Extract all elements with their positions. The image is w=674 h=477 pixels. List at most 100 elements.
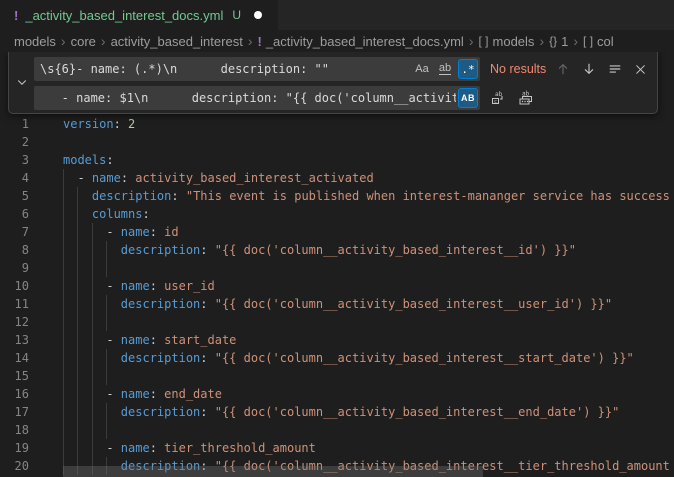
- code-line[interactable]: 17 description: "{{ doc('column__activit…: [0, 403, 674, 421]
- code-line[interactable]: 1 version: 2: [0, 115, 674, 133]
- code-line[interactable]: 15: [0, 367, 674, 385]
- code-line[interactable]: 6 columns:: [0, 205, 674, 223]
- breadcrumb-item[interactable]: activity_based_interest: [111, 34, 243, 49]
- line-number[interactable]: 13: [0, 331, 29, 349]
- line-content[interactable]: description: "{{ doc('column__activity_b…: [63, 295, 674, 313]
- line-number[interactable]: 10: [0, 277, 29, 295]
- next-match-button[interactable]: [582, 62, 596, 76]
- match-case-button[interactable]: Aa: [412, 59, 432, 79]
- line-content[interactable]: version: 2: [63, 115, 674, 133]
- preserve-case-button[interactable]: AB: [458, 88, 478, 108]
- code-line[interactable]: 9: [0, 259, 674, 277]
- line-number[interactable]: 11: [0, 295, 29, 313]
- replace-all-button[interactable]: ab: [518, 90, 534, 106]
- whole-word-button[interactable]: ab: [435, 59, 455, 79]
- line-number[interactable]: 9: [0, 259, 29, 277]
- line-number[interactable]: 1: [0, 115, 29, 133]
- indent-guide: [92, 349, 93, 367]
- toggle-replace-button[interactable]: [9, 57, 34, 107]
- token-key: description: [121, 405, 200, 419]
- code-line[interactable]: 18: [0, 421, 674, 439]
- code-line[interactable]: 7 - name: id: [0, 223, 674, 241]
- find-row: \s{6}- name: (.*)\n description: "" Aa a…: [34, 57, 649, 81]
- svg-text:ab: ab: [495, 91, 503, 98]
- find-input[interactable]: \s{6}- name: (.*)\n description: "" Aa a…: [34, 57, 480, 81]
- code-line[interactable]: 10 - name: user_id: [0, 277, 674, 295]
- editor-pane[interactable]: 1version: 223models:4 - name: activity_b…: [0, 52, 674, 477]
- line-number[interactable]: 7: [0, 223, 29, 241]
- line-number[interactable]: 5: [0, 187, 29, 205]
- indent-guide: [63, 313, 64, 331]
- find-in-selection-button[interactable]: [608, 62, 622, 76]
- line-number[interactable]: 15: [0, 367, 29, 385]
- replace-input[interactable]: - name: $1\n description: "{{ doc('colum…: [34, 86, 480, 110]
- line-number[interactable]: 19: [0, 439, 29, 457]
- line-content[interactable]: [63, 259, 674, 277]
- line-number[interactable]: 4: [0, 169, 29, 187]
- replace-button[interactable]: abc: [490, 90, 506, 106]
- line-content[interactable]: models:: [63, 151, 674, 169]
- code-line[interactable]: 3 models:: [0, 151, 674, 169]
- indent-guide: [92, 331, 93, 349]
- code-line[interactable]: 11 description: "{{ doc('column__activit…: [0, 295, 674, 313]
- line-content[interactable]: description: "{{ doc('column__activity_b…: [63, 241, 674, 259]
- modified-dot-icon[interactable]: [254, 11, 262, 19]
- indent-guide: [77, 205, 78, 223]
- close-find-button[interactable]: [634, 63, 647, 76]
- code-line[interactable]: 19 - name: tier_threshold_amount: [0, 439, 674, 457]
- line-content[interactable]: columns:: [63, 205, 674, 223]
- line-content[interactable]: - name: activity_based_interest_activate…: [63, 169, 674, 187]
- horizontal-scrollbar[interactable]: [63, 466, 483, 477]
- code-line[interactable]: 14 description: "{{ doc('column__activit…: [0, 349, 674, 367]
- indent-guide: [106, 403, 107, 421]
- line-number[interactable]: 2: [0, 133, 29, 151]
- line-number[interactable]: 8: [0, 241, 29, 259]
- code-area[interactable]: 1version: 223models:4 - name: activity_b…: [0, 115, 674, 475]
- regex-button[interactable]: .*: [458, 59, 478, 79]
- indent-guide: [106, 295, 107, 313]
- code-line[interactable]: 4 - name: activity_based_interest_activa…: [0, 169, 674, 187]
- line-number[interactable]: 20: [0, 457, 29, 475]
- line-content[interactable]: description: "{{ doc('column__activity_b…: [63, 403, 674, 421]
- line-content[interactable]: - name: user_id: [63, 277, 674, 295]
- code-line[interactable]: 2: [0, 133, 674, 151]
- line-content[interactable]: [63, 421, 674, 439]
- code-line[interactable]: 16 - name: end_date: [0, 385, 674, 403]
- line-number[interactable]: 12: [0, 313, 29, 331]
- line-content[interactable]: description: "{{ doc('column__activity_b…: [63, 349, 674, 367]
- find-status: No results: [490, 62, 546, 76]
- line-number[interactable]: 6: [0, 205, 29, 223]
- token-key: name: [121, 333, 150, 347]
- line-content[interactable]: - name: start_date: [63, 331, 674, 349]
- line-content[interactable]: [63, 133, 674, 151]
- code-line[interactable]: 13 - name: start_date: [0, 331, 674, 349]
- breadcrumb-item[interactable]: [ ]models: [479, 34, 535, 49]
- breadcrumb-item[interactable]: models: [14, 34, 56, 49]
- line-content[interactable]: - name: end_date: [63, 385, 674, 403]
- code-line[interactable]: 12: [0, 313, 674, 331]
- line-content[interactable]: - name: id: [63, 223, 674, 241]
- line-number[interactable]: 18: [0, 421, 29, 439]
- code-line[interactable]: 8 description: "{{ doc('column__activity…: [0, 241, 674, 259]
- line-number[interactable]: 16: [0, 385, 29, 403]
- token-str: start_date: [164, 333, 236, 347]
- breadcrumb-item[interactable]: [ ]col: [583, 34, 614, 49]
- code-line[interactable]: 5 description: "This event is published …: [0, 187, 674, 205]
- breadcrumb-label: activity_based_interest: [111, 34, 243, 49]
- line-content[interactable]: - name: tier_threshold_amount: [63, 439, 674, 457]
- breadcrumb-separator-icon: ›: [101, 33, 106, 49]
- editor-tab[interactable]: ! _activity_based_interest_docs.yml U: [0, 0, 278, 30]
- indent-guide: [77, 313, 78, 331]
- line-content[interactable]: [63, 367, 674, 385]
- arrow-down-icon: [582, 62, 596, 76]
- line-number[interactable]: 14: [0, 349, 29, 367]
- line-number[interactable]: 3: [0, 151, 29, 169]
- find-replace-widget: \s{6}- name: (.*)\n description: "" Aa a…: [8, 52, 658, 114]
- breadcrumb-item[interactable]: core: [71, 34, 96, 49]
- line-content[interactable]: description: "This event is published wh…: [63, 187, 674, 205]
- previous-match-button[interactable]: [556, 62, 570, 76]
- line-content[interactable]: [63, 313, 674, 331]
- breadcrumb-item[interactable]: !_activity_based_interest_docs.yml: [257, 34, 463, 49]
- breadcrumb-item[interactable]: {}1: [549, 34, 568, 49]
- line-number[interactable]: 17: [0, 403, 29, 421]
